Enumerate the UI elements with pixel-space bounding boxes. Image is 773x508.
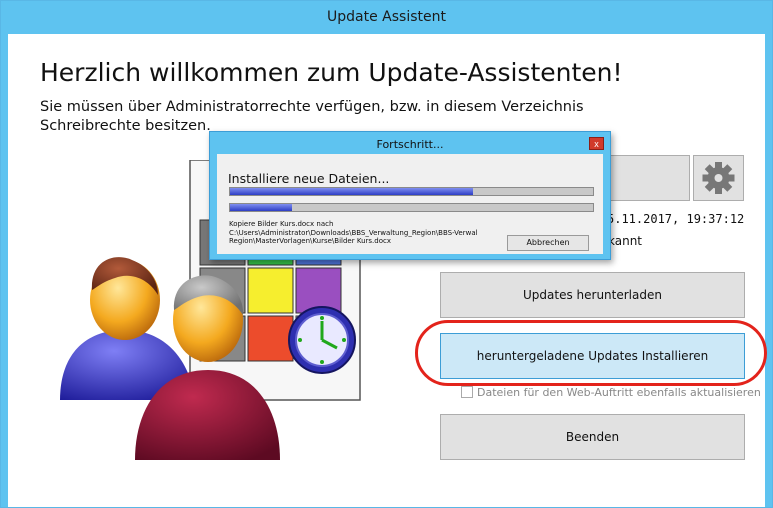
gear-icon — [702, 162, 735, 194]
web-update-checkbox-row[interactable]: Dateien für den Web-Auftritt ebenfalls a… — [461, 386, 761, 399]
file-progress-bar — [229, 203, 594, 212]
download-updates-label: Updates herunterladen — [523, 288, 662, 302]
page-title: Herzlich willkommen zum Update-Assistent… — [40, 58, 623, 87]
annotation-circle — [415, 320, 767, 386]
progress-dialog: Fortschritt... x Installiere neue Dateie… — [209, 131, 611, 260]
progress-dialog-body: Installiere neue Dateien... Kopiere Bild… — [217, 154, 603, 254]
window-border-right — [765, 34, 772, 507]
window-title: Update Assistent — [327, 9, 446, 25]
download-updates-button[interactable]: Updates herunterladen — [440, 272, 745, 318]
version-status: kannt — [608, 234, 643, 248]
web-update-checkbox[interactable] — [461, 386, 473, 398]
web-update-checkbox-label: Dateien für den Web-Auftritt ebenfalls a… — [477, 386, 761, 399]
progress-status: Installiere neue Dateien... — [228, 171, 390, 186]
file-progress-fill — [230, 204, 292, 211]
cancel-button[interactable]: Abbrechen — [507, 235, 589, 251]
window-border-left — [1, 34, 8, 507]
settings-button[interactable] — [693, 155, 744, 201]
title-bar: Update Assistent — [1, 1, 772, 34]
exit-label: Beenden — [565, 430, 620, 444]
overall-progress-bar — [229, 187, 594, 196]
last-check-datetime: 5.11.2017, 19:37:12 — [607, 212, 745, 226]
close-icon[interactable]: x — [589, 137, 604, 150]
hidden-button-partial[interactable] — [600, 155, 690, 201]
clock-icon — [288, 306, 356, 374]
progress-detail: Kopiere Bilder Kurs.docx nach C:\Users\A… — [229, 220, 478, 245]
exit-button[interactable]: Beenden — [440, 414, 745, 460]
overall-progress-fill — [230, 188, 474, 195]
progress-dialog-title: Fortschritt... — [376, 138, 444, 151]
